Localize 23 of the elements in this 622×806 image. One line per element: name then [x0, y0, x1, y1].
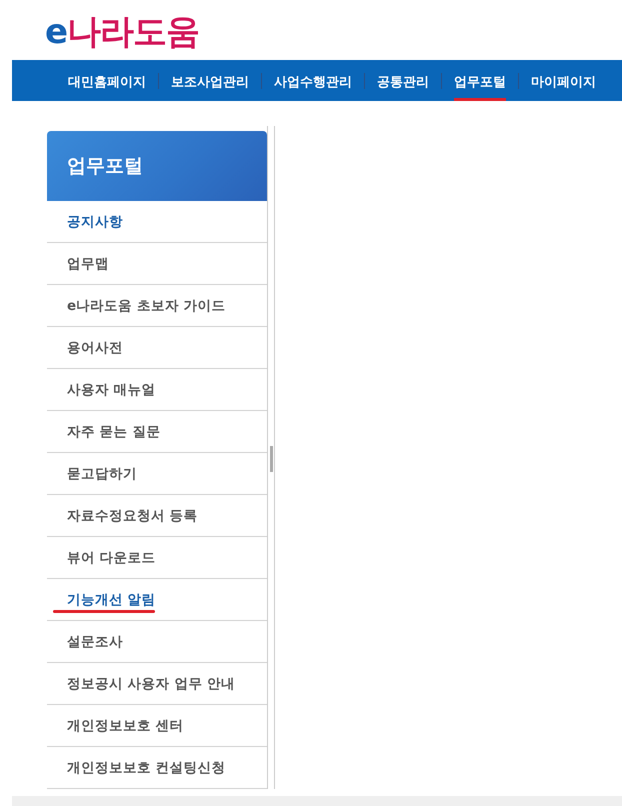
sidebar-title: 업무포털: [67, 154, 143, 179]
sidebar-item[interactable]: 사용자 매뉴얼: [47, 369, 267, 411]
resize-handle[interactable]: [270, 446, 273, 472]
sidebar-item[interactable]: 공지사항: [47, 201, 267, 243]
sidebar-item[interactable]: 기능개선 알림: [47, 579, 267, 621]
sidebar-item[interactable]: 자주 묻는 질문: [47, 411, 267, 453]
sidebar-item[interactable]: 개인정보보호 센터: [47, 705, 267, 747]
nav-tab[interactable]: 대민홈페이지: [68, 63, 146, 101]
nav-tab[interactable]: 보조사업관리: [171, 63, 249, 101]
sidebar-item[interactable]: 뷰어 다운로드: [47, 537, 267, 579]
sidebar-item[interactable]: e나라도움 초보자 가이드: [47, 285, 267, 327]
sidebar-item[interactable]: 설문조사: [47, 621, 267, 663]
nav-tab[interactable]: 공통관리: [377, 63, 429, 101]
sidebar-item[interactable]: 용어사전: [47, 327, 267, 369]
sidebar-item[interactable]: 개인정보보호 컨설팅신청: [47, 747, 267, 789]
nav-tab[interactable]: 업무포털: [454, 63, 506, 101]
site-logo[interactable]: e나라도움: [45, 10, 200, 54]
nav-tab[interactable]: 마이페이지: [531, 63, 596, 101]
sidebar-item[interactable]: 업무맵: [47, 243, 267, 285]
sidebar-item[interactable]: 자료수정요청서 등록: [47, 495, 267, 537]
sidebar-item[interactable]: 정보공시 사용자 업무 안내: [47, 663, 267, 705]
nav-tab[interactable]: 사업수행관리: [274, 63, 352, 101]
sidebar-item[interactable]: 묻고답하기: [47, 453, 267, 495]
